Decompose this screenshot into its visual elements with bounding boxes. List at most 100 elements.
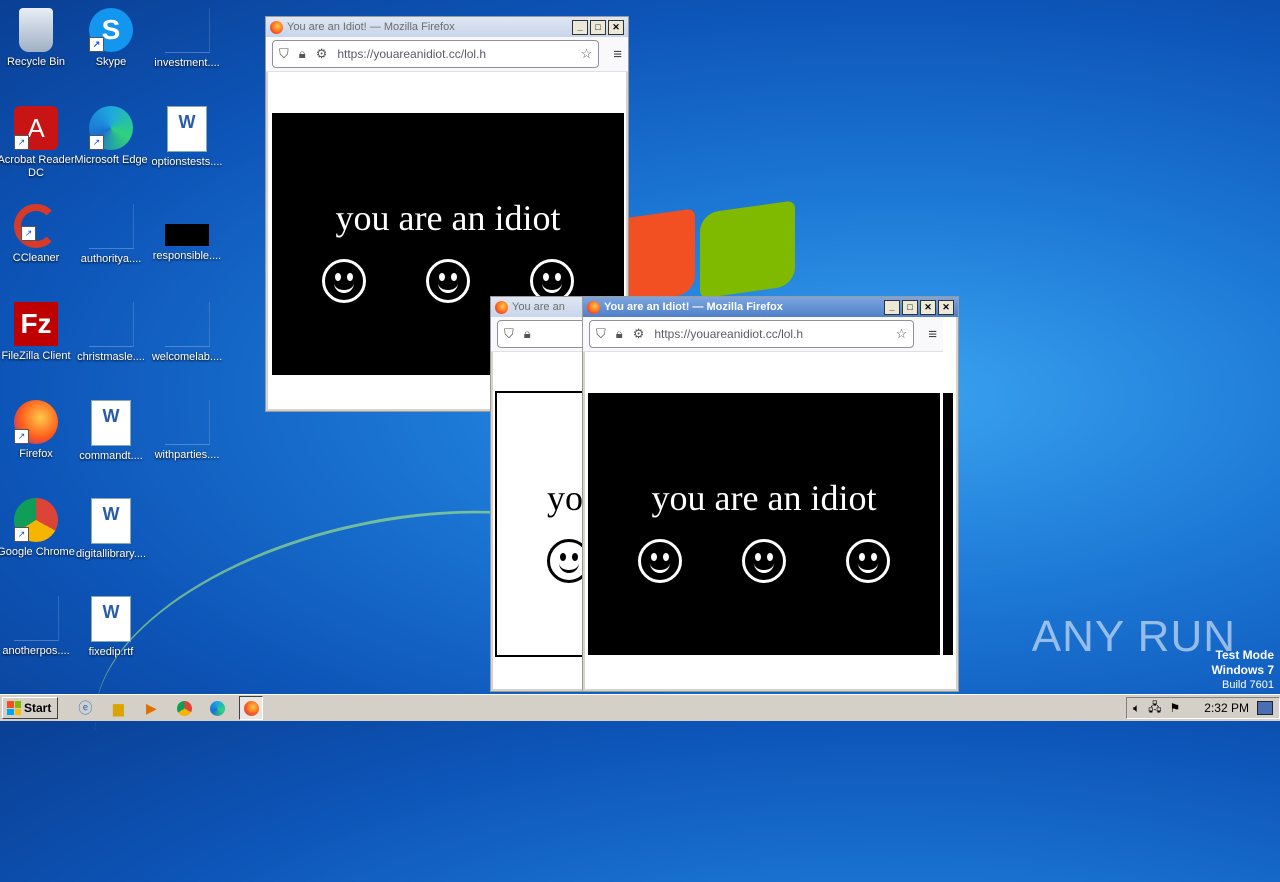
test-mode-notice: Test Mode Windows 7 Build 7601	[1211, 648, 1274, 692]
filezilla-icon: Fz	[14, 302, 58, 346]
desktop-icon-chrome[interactable]: ↗ Google Chrome	[0, 498, 75, 559]
desktop-icon-optionstests[interactable]: W optionstests....	[148, 106, 226, 169]
close-button[interactable]: ✕	[920, 300, 936, 315]
firefox-logo-icon	[270, 20, 283, 34]
volume-icon[interactable]: 🔈︎	[1133, 701, 1140, 716]
desktop-icon-welcomelab[interactable]: welcomelab....	[148, 302, 226, 364]
blank-file-icon	[88, 302, 134, 347]
smiley-icon	[638, 539, 682, 583]
hamburger-menu-icon[interactable]: ≡	[613, 46, 622, 63]
bookmark-star-icon[interactable]: ☆	[896, 326, 908, 342]
browser-toolbar: ⛉ 🔒︎ ⚙︎ https://youareanidiot.cc/lol.h ☆…	[266, 37, 628, 72]
edge-taskbar-icon[interactable]	[206, 697, 228, 719]
permissions-icon[interactable]: ⚙︎	[633, 326, 645, 342]
window-title: You are an	[512, 301, 565, 313]
desktop-icon-withparties[interactable]: withparties....	[148, 400, 226, 462]
chrome-icon: ↗	[14, 498, 58, 542]
smiley-icon	[426, 259, 470, 303]
url-text[interactable]: https://youareanidiot.cc/lol.h	[654, 327, 885, 341]
firefox-icon: ↗	[14, 400, 58, 444]
maximize-button[interactable]: □	[590, 20, 606, 35]
desktop-icon-digitallibrary[interactable]: W digitallibrary....	[72, 498, 150, 561]
system-tray: 🔈︎ 🖧 ⚑ 2:32 PM	[1125, 697, 1280, 719]
desktop-icon-fixedip[interactable]: W fixedip.rtf	[72, 596, 150, 659]
media-player-icon[interactable]: ▶	[140, 697, 162, 719]
window-titlebar[interactable]: You are an Idiot! — Mozilla Firefox _ □ …	[583, 297, 958, 317]
desktop-icon-firefox[interactable]: ↗ Firefox	[0, 400, 75, 461]
minimize-button[interactable]: _	[884, 300, 900, 315]
clock[interactable]: 2:32 PM	[1204, 701, 1249, 715]
blank-file-icon	[13, 596, 59, 641]
desktop-icon-skype[interactable]: S ↗ Skype	[72, 8, 150, 69]
blank-file-icon	[164, 8, 210, 53]
desktop-icon-ccleaner[interactable]: ↗ CCleaner	[0, 204, 75, 265]
desktop-icon-anotherpos[interactable]: anotherpos....	[0, 596, 75, 658]
lock-icon[interactable]: 🔒︎	[616, 326, 623, 342]
idiot-message: you are an idiot	[335, 198, 561, 238]
background-window-edge	[943, 393, 953, 655]
smiley-icon	[846, 539, 890, 583]
word-doc-icon: W	[91, 400, 131, 446]
window-title: You are an Idiot! — Mozilla Firefox	[604, 301, 783, 313]
window-titlebar[interactable]: You are an Idiot! — Mozilla Firefox _ □ …	[266, 17, 628, 37]
url-bar[interactable]: ⛉ 🔒︎ ⚙︎ https://youareanidiot.cc/lol.h ☆	[272, 40, 600, 68]
blank-file-icon	[88, 204, 134, 249]
blank-file-icon	[164, 302, 210, 347]
edge-icon: ↗	[89, 106, 133, 150]
shield-icon[interactable]: ⛉	[504, 326, 514, 342]
permissions-icon[interactable]: ⚙︎	[316, 46, 328, 62]
desktop-icon-authority[interactable]: authorityа....	[72, 204, 150, 266]
action-center-flag-icon[interactable]: ⚑	[1170, 701, 1181, 715]
desktop-icon-christmasle[interactable]: christmasle....	[72, 302, 150, 364]
ie-icon[interactable]: ⓔ	[74, 697, 96, 719]
test-mode-line2: Windows 7	[1211, 663, 1274, 677]
lock-icon[interactable]: 🔒︎	[524, 326, 531, 342]
word-doc-icon: W	[167, 106, 207, 152]
word-doc-icon: W	[91, 596, 131, 642]
desktop-icon-acrobat[interactable]: A ↗ Acrobat Reader DC	[0, 106, 75, 180]
url-text[interactable]: https://youareanidiot.cc/lol.h	[337, 47, 570, 61]
idiot-message: you are an idiot	[651, 478, 877, 518]
firefox-window-front[interactable]: You are an Idiot! — Mozilla Firefox _ □ …	[582, 296, 959, 692]
firefox-taskbar-icon[interactable]	[239, 696, 264, 720]
idiot-panel: you are an idiot	[588, 393, 940, 655]
desktop-icon-investment[interactable]: investment....	[148, 8, 226, 70]
start-label: Start	[24, 701, 52, 715]
chrome-taskbar-icon[interactable]	[173, 697, 195, 719]
taskbar: Start ⓔ ▆ ▶ 🔈︎ 🖧 ⚑ 2:32 PM	[0, 694, 1280, 721]
lock-icon[interactable]: 🔒︎	[299, 46, 306, 62]
maximize-button[interactable]: □	[902, 300, 918, 315]
test-mode-line1: Test Mode	[1215, 648, 1274, 662]
smiley-icon	[322, 259, 366, 303]
window-title: You are an Idiot! — Mozilla Firefox	[287, 21, 455, 33]
acrobat-icon: A ↗	[14, 106, 58, 150]
desktop-icon-edge[interactable]: ↗ Microsoft Edge	[72, 106, 150, 167]
smiley-icon	[742, 539, 786, 583]
minimize-button[interactable]: _	[572, 20, 588, 35]
start-button[interactable]: Start	[2, 697, 59, 719]
desktop-icon-responsible[interactable]: responsible....	[148, 204, 226, 263]
close-button-behind[interactable]: ✕	[938, 300, 954, 315]
desktop-icon-filezilla[interactable]: Fz FileZilla Client	[0, 302, 75, 363]
desktop-icon-recycle-bin[interactable]: Recycle Bin	[0, 8, 75, 69]
close-button[interactable]: ✕	[608, 20, 624, 35]
explorer-folder-icon[interactable]: ▆	[107, 697, 129, 719]
recycle-bin-icon	[19, 8, 53, 52]
word-doc-icon: W	[91, 498, 131, 544]
windows-flag-icon	[7, 701, 21, 715]
skype-icon: S ↗	[89, 8, 133, 52]
anyrun-watermark: ANY RUN	[1031, 612, 1236, 661]
url-bar[interactable]: ⛉ 🔒︎ ⚙︎ https://youareanidiot.cc/lol.h ☆	[589, 320, 915, 348]
firefox-logo-icon	[495, 300, 508, 314]
ccleaner-icon: ↗	[14, 204, 58, 248]
shield-icon[interactable]: ⛉	[279, 46, 289, 62]
show-desktop-icon[interactable]	[1257, 701, 1273, 715]
network-icon[interactable]: 🖧	[1148, 698, 1161, 719]
shield-icon[interactable]: ⛉	[596, 326, 606, 342]
bookmark-star-icon[interactable]: ☆	[581, 46, 593, 62]
desktop-icon-commandt[interactable]: W commandt....	[72, 400, 150, 463]
test-mode-line3: Build 7601	[1222, 679, 1274, 691]
blank-file-icon	[164, 400, 210, 445]
browser-toolbar: ⛉ 🔒︎ ⚙︎ https://youareanidiot.cc/lol.h ☆…	[583, 317, 943, 352]
hamburger-menu-icon[interactable]: ≡	[928, 326, 937, 343]
